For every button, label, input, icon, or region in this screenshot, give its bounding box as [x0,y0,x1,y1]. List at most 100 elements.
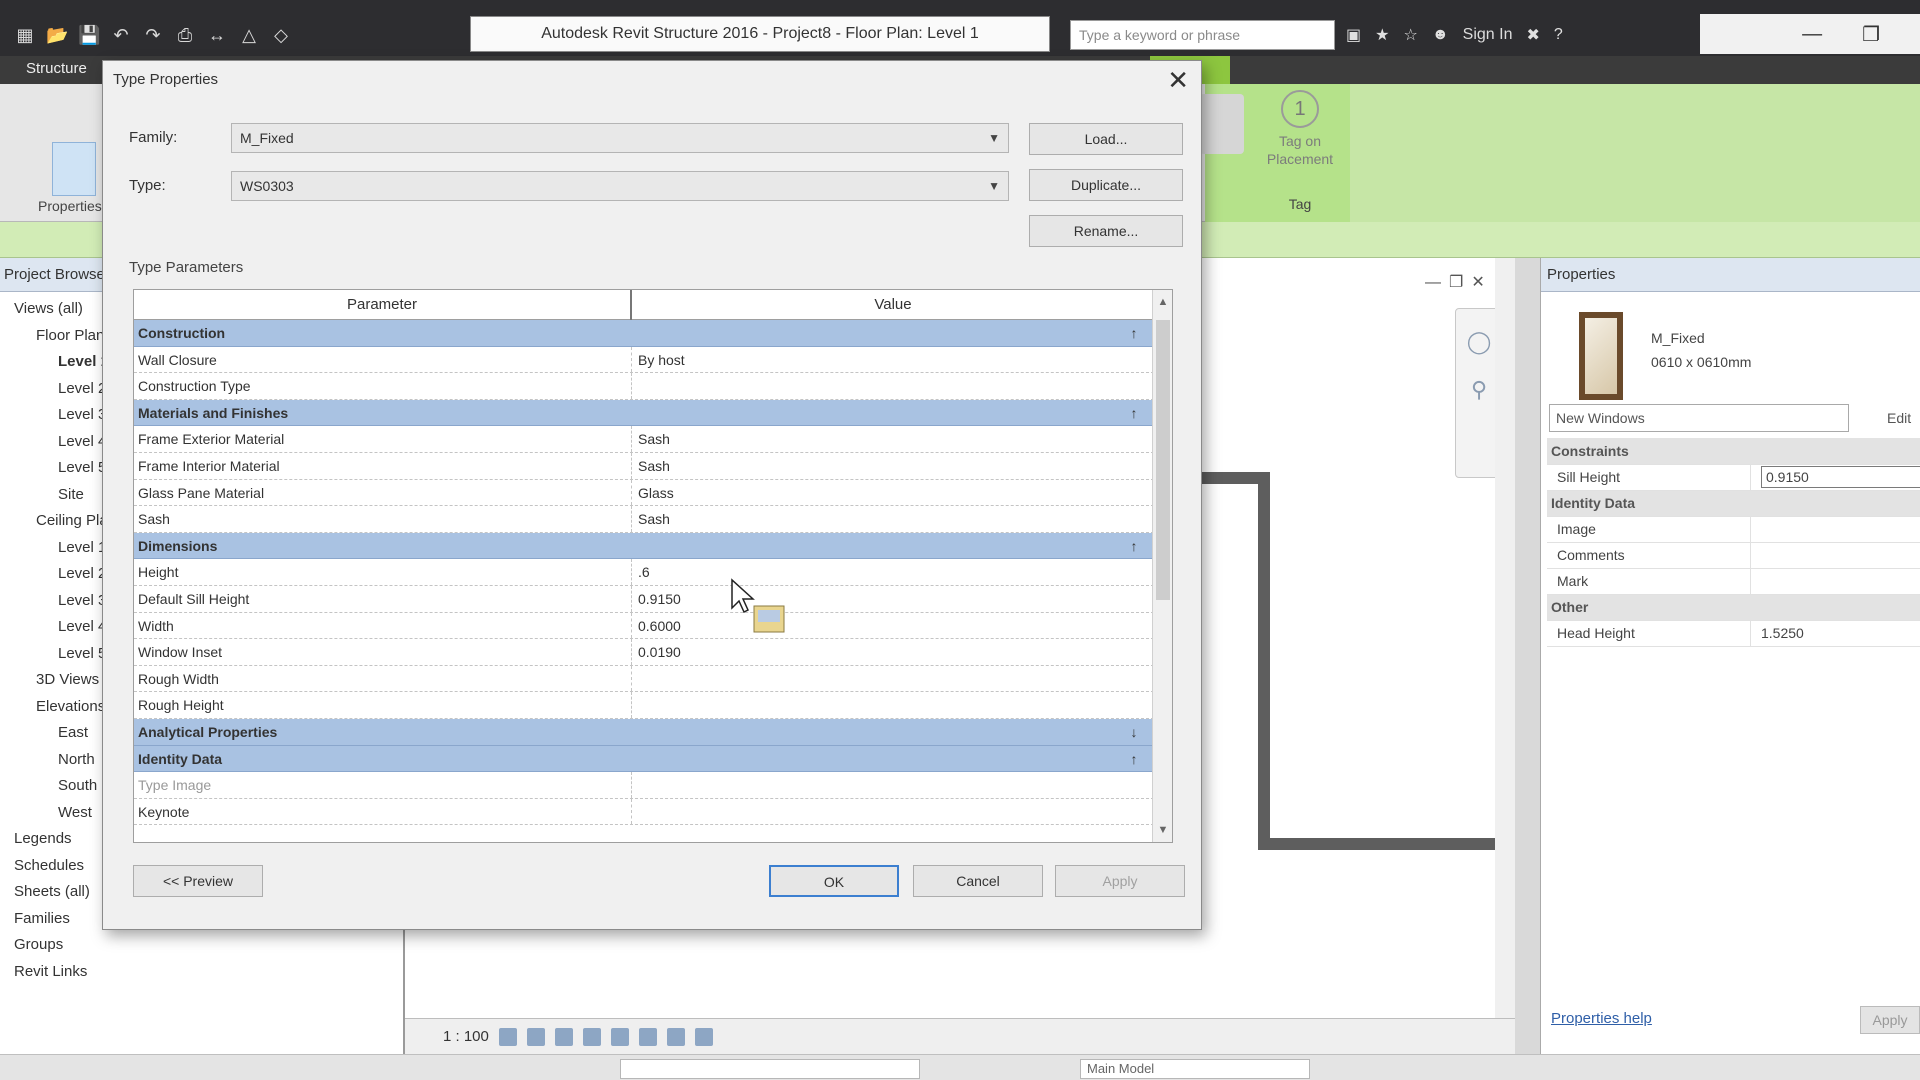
parameter-group-row[interactable]: Analytical Properties ↓ [134,718,1154,746]
sun-path-icon[interactable] [554,1027,573,1046]
status-field[interactable] [620,1059,920,1079]
rename-button[interactable]: Rename... [1029,215,1183,247]
wall-segment-bottom[interactable] [1258,838,1513,850]
ok-button[interactable]: OK [769,865,899,897]
sign-in-link[interactable]: Sign In [1463,26,1513,44]
tag-on-placement-button[interactable]: 1 Tag on Placement [1255,90,1345,168]
column-header-value[interactable]: Value [632,290,1154,320]
instance-type-selector[interactable]: New Windows [1549,404,1849,432]
parameter-value[interactable]: 0.0190 [632,639,1154,665]
favorites-icon[interactable]: ☆ [1403,25,1417,45]
wall-segment-vertical[interactable] [1258,472,1270,850]
parameter-value[interactable]: Sash [632,506,1154,532]
group-toggle-icon[interactable]: ↑ [1114,746,1154,772]
properties-category-label[interactable]: Constraints [1547,438,1920,465]
parameter-value[interactable] [632,373,1154,399]
scroll-up-icon[interactable]: ▲ [1153,296,1172,308]
properties-category-label[interactable]: Identity Data [1547,490,1920,517]
property-value-cell[interactable] [1750,516,1920,543]
grid-scrollbar[interactable]: ▲ ▼ [1152,290,1172,842]
load-button[interactable]: Load... [1029,123,1183,155]
browser-item[interactable]: Groups [0,932,403,959]
parameter-value[interactable]: Sash [632,453,1154,479]
properties-row: Image [1547,516,1920,543]
property-value[interactable]: 1.5250 [1761,625,1804,641]
shadows-icon[interactable] [582,1027,601,1046]
temporary-hide-icon[interactable] [666,1027,685,1046]
properties-apply-button[interactable]: Apply [1860,1006,1920,1034]
parameter-value[interactable]: Glass [632,480,1154,506]
parameter-group-row[interactable]: Dimensions ↑ [134,532,1154,560]
3d-view-icon[interactable]: △ [238,24,260,46]
property-value-cell[interactable] [1750,568,1920,595]
canvas-scrollbar[interactable] [1495,258,1515,1018]
open-icon[interactable]: 📂 [46,24,68,46]
properties-help-link[interactable]: Properties help [1551,1010,1652,1027]
column-header-parameter[interactable]: Parameter [134,290,632,320]
help-icon[interactable]: ? [1554,26,1563,44]
exchange-icon[interactable]: ✖ [1526,25,1539,45]
parameter-value[interactable] [632,799,1154,825]
show-crop-icon[interactable] [638,1027,657,1046]
browser-item[interactable]: Revit Links [0,959,403,986]
search-input[interactable]: Type a keyword or phrase [1070,20,1335,50]
parameter-value[interactable]: .6 [632,559,1154,585]
redo-icon[interactable]: ↷ [142,24,164,46]
property-value-cell[interactable]: 1.5250 [1750,620,1920,647]
load-family-button[interactable] [1200,94,1244,154]
preview-button[interactable]: << Preview [133,865,263,897]
active-model-selector[interactable]: Main Model [1080,1059,1310,1079]
parameter-value[interactable] [632,692,1154,718]
parameter-group-row[interactable]: Identity Data ↑ [134,745,1154,773]
minimize-icon[interactable]: — [1802,23,1822,46]
print-icon[interactable]: ⎙ [174,24,196,46]
group-toggle-icon[interactable]: ↑ [1114,320,1154,346]
tab-structure[interactable]: Structure [26,60,87,77]
parameter-value[interactable]: 0.9150 [632,586,1154,612]
parameter-value[interactable] [632,666,1154,692]
undo-icon[interactable]: ↶ [110,24,132,46]
measure-icon[interactable]: ↔ [206,24,228,46]
user-icon[interactable]: ☻ [1432,26,1449,44]
scroll-thumb[interactable] [1156,320,1170,600]
parameter-value[interactable]: 0.6000 [632,613,1154,639]
close-icon[interactable]: ✕ [1167,65,1189,96]
parameter-value[interactable]: By host [632,347,1154,373]
zoom-icon[interactable]: ⚲ [1464,375,1494,405]
parameter-group-row[interactable]: Construction ↑ [134,320,1154,347]
revit-logo-icon[interactable]: ▦ [14,24,36,46]
family-dropdown[interactable]: M_Fixed ▼ [231,123,1009,153]
subscription-icon[interactable]: ★ [1375,25,1389,45]
parameter-group-row[interactable]: Materials and Finishes ↑ [134,399,1154,427]
crop-view-icon[interactable] [610,1027,629,1046]
steering-wheel-icon[interactable]: ◯ [1464,327,1494,357]
view-scale[interactable]: 1 : 100 [443,1028,489,1045]
visual-style-icon[interactable] [526,1027,545,1046]
edit-type-button[interactable]: Edit Type [1857,404,1920,454]
binoculars-icon[interactable]: ▣ [1346,25,1361,45]
save-icon[interactable]: 💾 [78,24,100,46]
parameter-value[interactable] [632,772,1154,798]
group-toggle-icon[interactable]: ↑ [1114,533,1154,559]
restore-icon[interactable]: ❐ [1862,22,1880,47]
view-window-controls[interactable]: —❐✕ [1425,272,1493,292]
property-value-cell[interactable]: 0.9150 [1750,464,1920,491]
apply-button[interactable]: Apply [1055,865,1185,897]
parameter-value[interactable]: Sash [632,426,1154,452]
property-value[interactable]: 0.9150 [1761,466,1920,488]
group-toggle-icon[interactable]: ↑ [1114,400,1154,426]
duplicate-button[interactable]: Duplicate... [1029,169,1183,201]
section-icon[interactable]: ◇ [270,24,292,46]
group-toggle-icon[interactable]: ↓ [1114,719,1154,745]
properties-category-label[interactable]: Other [1547,594,1920,621]
reveal-hidden-icon[interactable] [694,1027,713,1046]
modify-button[interactable] [52,142,96,196]
parameter-row: Wall Closure By host [134,346,1154,374]
parameter-row: Sash Sash [134,506,1154,533]
property-value-cell[interactable] [1750,542,1920,569]
scroll-down-icon[interactable]: ▼ [1153,824,1172,836]
detail-level-icon[interactable] [498,1027,517,1046]
type-dropdown[interactable]: WS0303 ▼ [231,171,1009,201]
window-title: Autodesk Revit Structure 2016 - Project8… [470,16,1050,52]
cancel-button[interactable]: Cancel [913,865,1043,897]
